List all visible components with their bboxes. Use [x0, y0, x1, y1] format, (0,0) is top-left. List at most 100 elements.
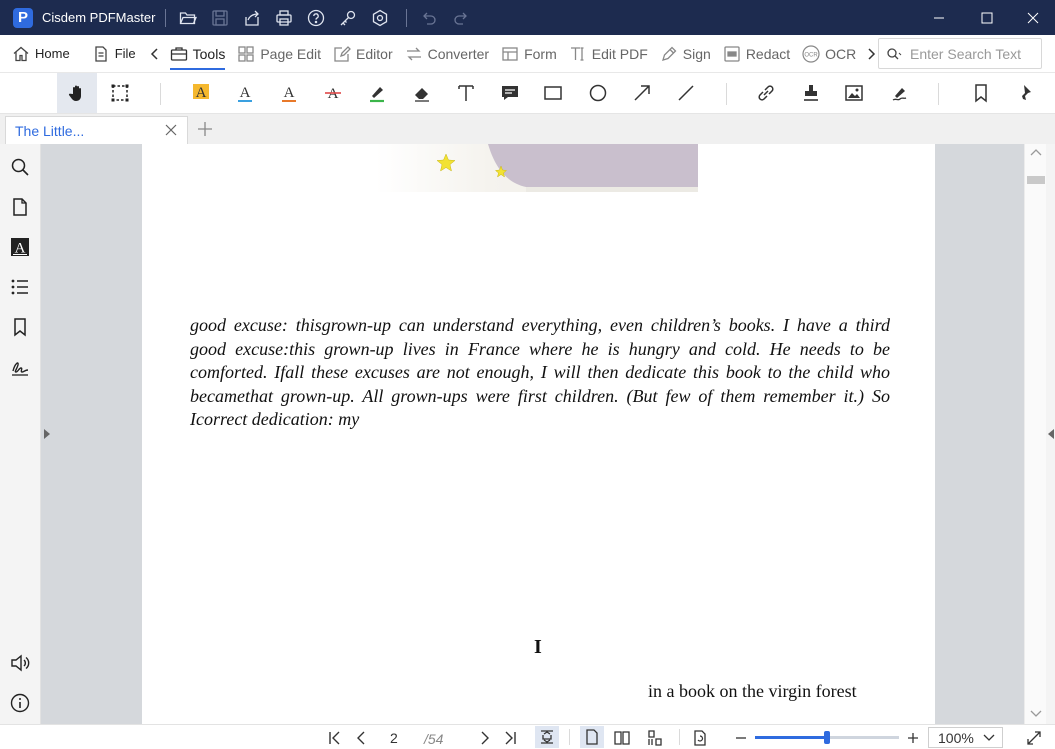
- hand-tool[interactable]: [57, 73, 97, 113]
- scroll-down-icon[interactable]: [1030, 710, 1042, 718]
- redo-icon[interactable]: [445, 0, 477, 35]
- squiggly-tool[interactable]: A: [274, 78, 304, 108]
- minimize-button[interactable]: [916, 0, 962, 35]
- settings-icon[interactable]: [364, 0, 396, 35]
- next-page-button[interactable]: [474, 728, 494, 748]
- annotation-toolbar: A A A A: [0, 73, 1055, 114]
- chevron-left-icon: [357, 731, 365, 745]
- scroll-left-button[interactable]: [146, 35, 164, 73]
- fit-page-button[interactable]: [535, 726, 559, 748]
- rotate-page-button[interactable]: [690, 728, 710, 748]
- menu-file[interactable]: File: [86, 35, 142, 73]
- document-tab-label: The Little...: [15, 122, 85, 139]
- expand-icon: [1027, 731, 1041, 745]
- scroll-view-button[interactable]: [645, 728, 665, 748]
- link-tool[interactable]: [751, 78, 781, 108]
- expand-right-panel-icon[interactable]: [1047, 428, 1055, 440]
- search-input[interactable]: [910, 45, 1035, 62]
- expand-left-panel-icon[interactable]: [43, 428, 51, 440]
- add-tab-icon[interactable]: [196, 120, 214, 138]
- menu-tools[interactable]: Tools: [164, 35, 232, 73]
- select-area-tool[interactable]: [105, 78, 135, 108]
- share-icon[interactable]: [236, 0, 268, 35]
- rectangle-tool[interactable]: [538, 78, 568, 108]
- title-bar: P Cisdem PDFMaster: [0, 0, 1055, 35]
- menu-edit-pdf[interactable]: Edit PDF: [563, 35, 654, 73]
- zoom-slider-handle[interactable]: [824, 731, 830, 744]
- open-folder-icon[interactable]: [172, 0, 204, 35]
- previous-page-button[interactable]: [352, 728, 372, 748]
- current-page-input[interactable]: 2: [390, 730, 398, 746]
- zoom-level-select[interactable]: 100%: [928, 727, 1003, 748]
- close-tab-icon[interactable]: [164, 123, 178, 137]
- save-icon[interactable]: [204, 0, 236, 35]
- first-page-button[interactable]: [325, 728, 345, 748]
- menu-editor[interactable]: Editor: [327, 35, 399, 73]
- line-tool[interactable]: [671, 78, 701, 108]
- note-tool[interactable]: [495, 78, 525, 108]
- text-tool[interactable]: [451, 78, 481, 108]
- single-page-view-button[interactable]: [580, 726, 604, 748]
- search-box[interactable]: [878, 38, 1042, 69]
- hand-icon: [68, 85, 81, 101]
- zoom-out-button[interactable]: [731, 728, 751, 748]
- fit-height-icon: [541, 730, 553, 744]
- document-viewport[interactable]: good excuse: thisgrown-up can understand…: [41, 144, 1024, 724]
- menu-sign[interactable]: Sign: [654, 35, 717, 73]
- underline-tool[interactable]: A: [230, 78, 260, 108]
- menu-home[interactable]: Home: [6, 35, 76, 73]
- key-icon[interactable]: [332, 0, 364, 35]
- menu-form-label: Form: [524, 45, 557, 62]
- marker-tool[interactable]: [362, 78, 392, 108]
- highlight-tool[interactable]: A: [186, 78, 216, 108]
- zoom-in-button[interactable]: [903, 728, 923, 748]
- bookmark-tool[interactable]: [966, 78, 996, 108]
- divider: [938, 83, 939, 105]
- menu-form[interactable]: Form: [495, 35, 563, 73]
- image-tool[interactable]: [839, 78, 869, 108]
- pen-icon: [660, 45, 678, 63]
- line-icon: [678, 85, 694, 101]
- signature-tool[interactable]: [885, 78, 915, 108]
- outline-panel-icon[interactable]: [9, 276, 31, 298]
- menu-ocr[interactable]: OCR OCR: [796, 35, 862, 73]
- svg-text:A: A: [196, 85, 207, 101]
- signature-panel-icon[interactable]: [9, 356, 31, 378]
- close-window-button[interactable]: [1010, 0, 1055, 35]
- strikethrough-tool[interactable]: A: [318, 78, 348, 108]
- fullscreen-button[interactable]: [1024, 728, 1044, 748]
- read-aloud-icon[interactable]: [9, 652, 31, 674]
- chevron-right-icon: [481, 731, 489, 745]
- undo-icon[interactable]: [413, 0, 445, 35]
- arrow-tool[interactable]: [627, 78, 657, 108]
- menu-page-edit[interactable]: Page Edit: [231, 35, 327, 73]
- annotations-panel-icon[interactable]: A: [9, 236, 31, 258]
- stamp-tool[interactable]: [796, 78, 826, 108]
- eraser-tool[interactable]: [407, 78, 437, 108]
- scroll-thumb[interactable]: [1027, 176, 1045, 184]
- two-page-view-button[interactable]: [612, 728, 632, 748]
- ocr-icon: OCR: [802, 44, 820, 63]
- maximize-button[interactable]: [964, 0, 1010, 35]
- scroll-up-icon[interactable]: [1030, 148, 1042, 156]
- circle-icon: [589, 84, 607, 102]
- menu-converter[interactable]: Converter: [399, 35, 495, 73]
- pin-tool[interactable]: [1008, 78, 1038, 108]
- file-icon: [92, 45, 110, 63]
- help-icon[interactable]: [300, 0, 332, 35]
- right-panel-edge: [1046, 144, 1055, 724]
- menu-redact[interactable]: Redact: [717, 35, 796, 73]
- info-icon[interactable]: [9, 692, 31, 714]
- last-page-button[interactable]: [500, 728, 520, 748]
- zoom-slider[interactable]: [755, 731, 899, 744]
- document-tab[interactable]: The Little...: [5, 116, 188, 144]
- thumbnail-panel-icon[interactable]: [9, 196, 31, 218]
- vertical-scrollbar[interactable]: [1024, 144, 1046, 724]
- menu-sign-label: Sign: [682, 45, 711, 62]
- menu-file-label: File: [114, 46, 136, 61]
- comment-icon: [502, 86, 518, 100]
- bookmarks-panel-icon[interactable]: [9, 316, 31, 338]
- print-icon[interactable]: [268, 0, 300, 35]
- ellipse-tool[interactable]: [583, 78, 613, 108]
- search-panel-icon[interactable]: [9, 156, 31, 178]
